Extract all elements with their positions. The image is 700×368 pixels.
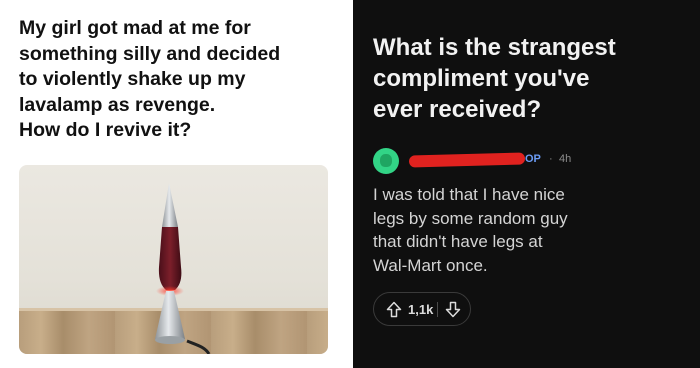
lava-lamp-photo[interactable] (19, 165, 328, 354)
left-title-line: How do I revive it? (19, 119, 192, 141)
left-title-line: lavalamp as revenge. (19, 93, 216, 116)
snoo-avatar-icon[interactable] (373, 148, 399, 174)
lava-lamp-icon (155, 183, 211, 354)
vote-divider (437, 302, 438, 317)
comment-time: 4h (559, 153, 572, 165)
vote-count: 1,1k (408, 302, 434, 317)
vote-bar: 1,1k (373, 292, 471, 326)
left-title-line: something silly and decided (19, 42, 281, 65)
comment-line: that didn't have legs at (373, 232, 543, 251)
right-title-line: ever received? (373, 96, 542, 123)
left-post-panel: My girl got mad at me for something sill… (0, 0, 353, 368)
op-badge: OP (525, 153, 541, 165)
downvote-arrow-icon[interactable] (445, 301, 461, 318)
left-post-title: My girl got mad at me for something sill… (19, 16, 345, 144)
comment-line: legs by some random guy (373, 208, 568, 228)
comment-line: I was told that I have nice (373, 185, 565, 204)
comment-header: OP · 4h (373, 148, 673, 174)
upvote-arrow-icon[interactable] (386, 301, 402, 318)
right-title-line: compliment you've (373, 65, 590, 92)
meta-separator: · (549, 153, 553, 165)
comment-line: Wal-Mart once. (373, 255, 488, 275)
right-title-line: What is the strangest (373, 34, 616, 61)
left-title-line: to violently shake up my (19, 68, 246, 90)
right-post-panel: What is the strangest compliment you've … (353, 0, 700, 368)
left-title-line: My girl got mad at me for (19, 17, 251, 39)
right-post-title: What is the strangest compliment you've … (373, 32, 693, 125)
redacted-username (408, 152, 526, 168)
comment-body: I was told that I have nice legs by some… (373, 183, 683, 277)
